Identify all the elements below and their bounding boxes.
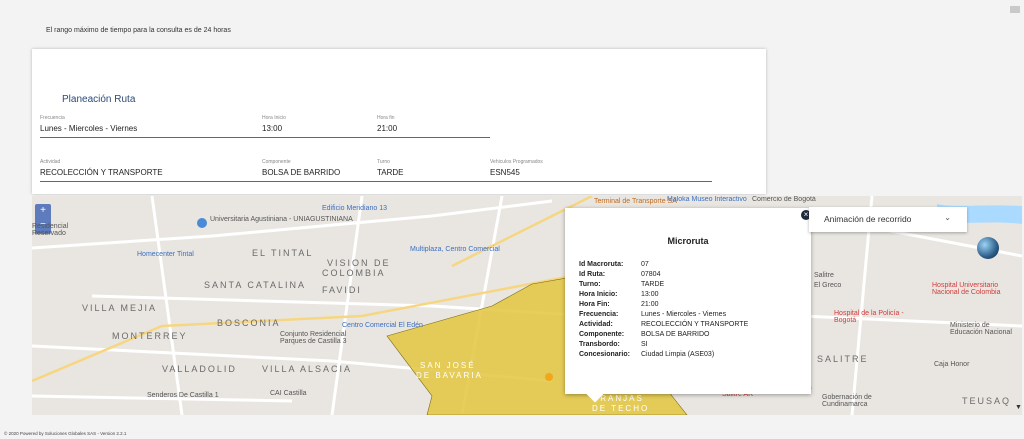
popup-row-key: Actividad: (579, 321, 613, 328)
popup-row-value: Lunes - Miercoles - Viernes (641, 311, 727, 318)
university-pin-icon[interactable] (197, 218, 207, 228)
map-label: VILLA MEJIA (82, 303, 158, 313)
map-label: Comercio de Bogotá (752, 196, 816, 203)
animation-select[interactable]: Animación de recorrido ⌄ (809, 207, 967, 232)
popup-row-key: Hora Inicio: (579, 291, 618, 298)
componente-label: Componente (262, 159, 291, 165)
frecuencia-field: Frecuencia Lunes - Miercoles - Viernes (40, 115, 137, 133)
hora-fin-value: 21:00 (377, 124, 398, 133)
map-label: VALLADOLID (162, 364, 237, 374)
popup-row-value: TARDE (641, 281, 665, 288)
footer-copyright: © 2020 Powered by Soluciones Globales SA… (4, 431, 127, 436)
map-label: DE BAVARIA (416, 371, 483, 380)
map-label: COLOMBIA (322, 268, 386, 278)
frecuencia-label: Frecuencia (40, 115, 65, 121)
map-label: SALITRE (817, 354, 869, 364)
route-planning-card: Planeación Ruta Frecuencia Lunes - Mierc… (32, 49, 766, 194)
map-label: FAVIDI (322, 285, 362, 295)
componente-field: Componente BOLSA DE BARRIDO (262, 159, 340, 177)
map-label: Residencial Reservado (32, 223, 69, 237)
map-poi-marker (545, 373, 553, 381)
popup-row-key: Componente: (579, 331, 625, 338)
turno-field: Turno TARDE (377, 159, 404, 177)
popup-row-key: Hora Fin: (579, 301, 610, 308)
globe-icon[interactable] (977, 237, 999, 259)
popup-row-value: SI (641, 341, 648, 348)
animation-select-label: Animación de recorrido (824, 214, 912, 224)
map-label: Hospital de la Policía - Bogotá (834, 310, 904, 324)
row1-underline (40, 137, 490, 138)
map-label: Ministerio de Educación Nacional (950, 322, 1012, 336)
popup-row-key: Transbordo: (579, 341, 620, 348)
map-label: Multiplaza, Centro Comercial (410, 246, 500, 253)
hora-fin-field: Hora fin 21:00 (377, 115, 397, 133)
frecuencia-value: Lunes - Miercoles - Viernes (40, 124, 138, 133)
popup-row-value: RECOLECCIÓN Y TRANSPORTE (641, 321, 749, 328)
map-scroll-down-icon[interactable]: ▼ (1015, 404, 1022, 411)
zoom-in-button[interactable]: + (35, 204, 51, 218)
map-label: Terminal de Transporte SA (594, 198, 677, 205)
map-label: TEUSAQ (962, 396, 1012, 406)
row2-underline (40, 181, 712, 182)
map-label: VILLA ALSACIA (262, 364, 353, 374)
map-label: Senderos De Castilla 1 (147, 392, 219, 399)
map-label: Gobernación de Cundinamarca (822, 394, 872, 408)
popup-row-value: 07804 (641, 271, 661, 278)
turno-value: TARDE (377, 168, 404, 177)
popup-row-key: Frecuencia: (579, 311, 619, 318)
map-label: DE TECHO (592, 404, 650, 413)
map-label: Homecenter Tintal (137, 251, 194, 258)
map-label: CAI Castilla (270, 390, 307, 397)
actividad-label: Actividad (40, 159, 61, 165)
componente-value: BOLSA DE BARRIDO (262, 168, 341, 177)
page-scrollbar-thumb[interactable] (1010, 6, 1020, 13)
hora-inicio-field: Hora Inicio 13:00 (262, 115, 286, 133)
map-label: MONTERREY (112, 331, 188, 341)
map-label: El Greco (814, 282, 842, 289)
vehiculos-label: Vehiculos Programados (490, 159, 543, 165)
popup-row-value: 21:00 (641, 301, 659, 308)
map-label: Hospital Universitario Nacional de Colom… (932, 282, 1001, 296)
map-label: Caja Honor (934, 361, 970, 368)
card-title: Planeación Ruta (62, 94, 136, 105)
map-label: Maloka Museo Interactivo (667, 196, 747, 203)
hora-fin-label: Hora fin (377, 115, 395, 121)
vehiculos-field: Vehiculos Programados ESN545 (490, 159, 543, 177)
map-label: Centro Comercial El Edén (342, 322, 423, 329)
map-label: BOSCONIA (217, 318, 281, 328)
route-map[interactable]: + − Universitaria Agustiniana - UNIAGUST… (32, 196, 1022, 415)
popup-row-value: 07 (641, 261, 649, 268)
actividad-field: Actividad RECOLECCIÓN Y TRANSPORTE (40, 159, 163, 177)
map-label: SANTA CATALINA (204, 280, 307, 290)
query-range-notice: El rango máximo de tiempo para la consul… (46, 27, 231, 34)
map-label: Edificio Meridiano 13 (322, 205, 387, 212)
map-label: Conjunto Residencial Parques de Castilla… (280, 331, 347, 345)
microruta-popup: × Microruta Id Macroruta: 07 Id Ruta: 0780… (565, 208, 811, 394)
hora-inicio-value: 13:00 (262, 124, 283, 133)
turno-label: Turno (377, 159, 390, 165)
popup-row-value: 13:00 (641, 291, 659, 298)
popup-row-key: Concesionario: (579, 351, 630, 358)
map-label: EL TINTAL (252, 248, 314, 258)
popup-row-key: Turno: (579, 281, 601, 288)
map-label: Universitaria Agustiniana - UNIAGUSTINIA… (210, 216, 353, 223)
map-label: SAN JOSÉ (420, 361, 476, 370)
popup-row-key: Id Macroruta: (579, 261, 624, 268)
hora-inicio-label: Hora Inicio (262, 115, 286, 121)
popup-row-key: Id Ruta: (579, 271, 606, 278)
popup-row-value: Ciudad Limpia (ASE03) (641, 351, 715, 358)
popup-title: Microruta (667, 236, 709, 246)
actividad-value: RECOLECCIÓN Y TRANSPORTE (40, 168, 163, 177)
popup-row-value: BOLSA DE BARRIDO (641, 331, 710, 338)
map-label: Salitre (814, 272, 834, 279)
chevron-down-icon: ⌄ (944, 213, 951, 222)
map-label: VISION DE (327, 258, 391, 268)
vehiculos-value: ESN545 (490, 168, 520, 177)
